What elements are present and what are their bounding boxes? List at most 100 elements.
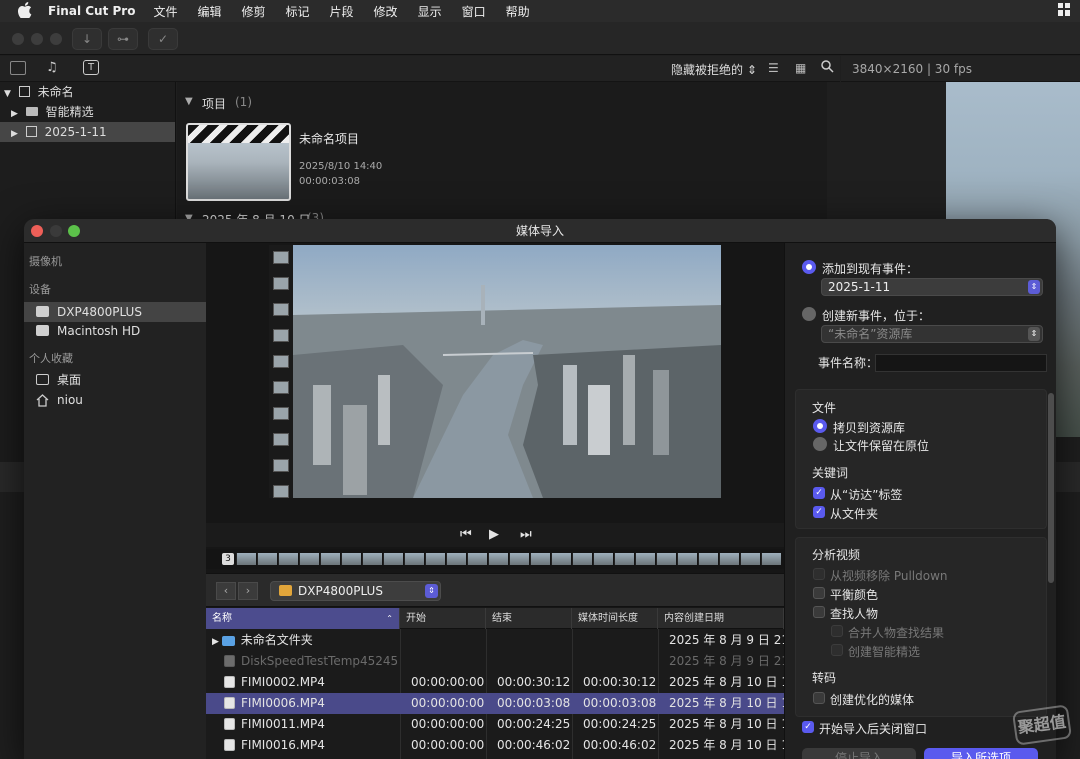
event-name-field[interactable]: [875, 354, 1047, 372]
library-item-event[interactable]: ▶ 2025-1-11: [0, 122, 175, 142]
window-zoom-button[interactable]: [50, 33, 62, 45]
thumbnail[interactable]: [273, 303, 289, 316]
menu-file[interactable]: 文件: [153, 3, 177, 20]
menu-window[interactable]: 窗口: [462, 3, 486, 20]
library-item-label: 智能精选: [45, 105, 94, 119]
photos-audio-icon[interactable]: ♫: [46, 60, 58, 75]
table-row[interactable]: FIMI0016.MP4 00:00:00:00 00:00:46:02 00:00:…: [206, 735, 784, 756]
go-to-start-button[interactable]: ⏮: [460, 527, 472, 542]
column-header-start[interactable]: 开始: [400, 608, 486, 629]
menu-clip[interactable]: 片段: [330, 3, 354, 20]
device-item-dxp4800plus[interactable]: DXP4800PLUS: [24, 302, 206, 322]
window-minimize-button[interactable]: [31, 33, 43, 45]
window-close-button[interactable]: [12, 33, 24, 45]
sort-ascending-icon: ⌃: [386, 614, 393, 623]
column-header-date[interactable]: 内容创建日期: [658, 608, 784, 629]
remove-pulldown-checkbox[interactable]: [813, 568, 825, 580]
back-button[interactable]: ‹: [216, 582, 236, 600]
thumbnail[interactable]: [273, 251, 289, 264]
favorite-item-home[interactable]: niou: [24, 390, 206, 410]
menu-view[interactable]: 显示: [418, 3, 442, 20]
device-item-macintosh-hd[interactable]: Macintosh HD: [24, 321, 206, 341]
import-selected-button[interactable]: 导入所选项: [924, 748, 1038, 759]
balance-color-checkbox[interactable]: [813, 587, 825, 599]
play-button[interactable]: ▶: [489, 527, 499, 542]
find-people-checkbox[interactable]: [813, 606, 825, 618]
stop-import-button[interactable]: 停止导入: [802, 748, 916, 759]
filmstrip[interactable]: 3: [206, 549, 784, 569]
file-name: FIMI0011.MP4: [241, 717, 325, 731]
file-name: FIMI0002.MP4: [241, 675, 325, 689]
table-row[interactable]: FIMI0006.MP4 00:00:00:00 00:00:03:08 00:00:…: [206, 693, 784, 714]
menu-extra-icon[interactable]: [1058, 3, 1070, 19]
forward-button[interactable]: ›: [238, 582, 258, 600]
menu-help[interactable]: 帮助: [506, 3, 530, 20]
list-view-icon[interactable]: ☰: [768, 61, 779, 75]
existing-event-popup[interactable]: 2025-1-11 ⇕: [821, 278, 1043, 296]
create-smart-collection-checkbox[interactable]: [831, 644, 843, 656]
table-row[interactable]: FIMI0011.MP4 00:00:00:00 00:00:24:25 00:00:…: [206, 714, 784, 735]
thumbnail[interactable]: [273, 433, 289, 446]
thumbnail[interactable]: [273, 329, 289, 342]
titles-generators-icon[interactable]: T: [83, 60, 99, 75]
close-button[interactable]: [31, 225, 43, 237]
location-popup[interactable]: DXP4800PLUS ⇕: [270, 581, 441, 601]
create-new-event-radio[interactable]: [802, 307, 816, 321]
background-tasks-button[interactable]: ✓: [148, 28, 178, 50]
table-row[interactable]: DiskSpeedTestTemp452457 2025 年 8 月 9 日 21…: [206, 651, 784, 672]
keywords-finder-tags-checkbox[interactable]: ✓: [813, 487, 825, 499]
keywords-button[interactable]: ⊶: [108, 28, 138, 50]
library-item-untitled[interactable]: ▼ 未命名: [0, 82, 175, 102]
create-optimized-checkbox[interactable]: [813, 692, 825, 704]
thumbnail[interactable]: [273, 407, 289, 420]
column-header-name[interactable]: 名称 ⌃: [206, 608, 400, 629]
table-row[interactable]: FIMI0002.MP4 00:00:00:00 00:00:30:12 00:00:…: [206, 672, 784, 693]
app-name-menu[interactable]: Final Cut Pro: [48, 4, 135, 18]
zoom-button[interactable]: [68, 225, 80, 237]
cell-start: [411, 630, 491, 651]
close-after-import-checkbox[interactable]: ✓: [802, 721, 814, 733]
filmstrip-frame: [572, 553, 592, 565]
minimize-button[interactable]: [50, 225, 62, 237]
thumbnail[interactable]: [273, 459, 289, 472]
thumbnail[interactable]: [273, 381, 289, 394]
filmstrip-frame: [362, 553, 382, 565]
new-event-library-popup[interactable]: “未命名”资源库 ⇕: [821, 325, 1043, 343]
column-header-duration[interactable]: 媒体时间长度: [572, 608, 658, 629]
viewer-format-label: 3840×2160 | 30 fps: [852, 62, 972, 76]
consolidate-people-checkbox[interactable]: [831, 625, 843, 637]
keywords-folders-checkbox[interactable]: ✓: [813, 506, 825, 518]
thumbnail[interactable]: [273, 485, 289, 498]
add-existing-event-radio[interactable]: [802, 260, 816, 274]
menu-edit[interactable]: 编辑: [197, 3, 221, 20]
filmstrip-frame: [488, 553, 508, 565]
table-row[interactable]: ▶ 未命名文件夹 2025 年 8 月 9 日 21:35: [206, 630, 784, 651]
library-item-smart-collections[interactable]: ▶ 智能精选: [0, 102, 175, 122]
chevron-updown-icon: ⇕: [1028, 327, 1040, 341]
apple-menu-icon[interactable]: [17, 1, 34, 21]
clip-appearance-icon[interactable]: ▦: [795, 61, 806, 75]
menu-trim[interactable]: 修剪: [242, 3, 266, 20]
menu-modify[interactable]: 修改: [374, 3, 398, 20]
menu-mark[interactable]: 标记: [286, 3, 310, 20]
disclosure-icon[interactable]: ▶: [212, 637, 222, 647]
thumbnail[interactable]: [273, 277, 289, 290]
go-to-end-button[interactable]: ⏭: [520, 527, 532, 542]
leave-in-place-radio[interactable]: [813, 437, 827, 451]
column-header-end[interactable]: 结束: [486, 608, 572, 629]
libraries-icon[interactable]: [10, 61, 26, 75]
cell-date: 2025 年 8 月 9 日 21:35: [669, 654, 784, 668]
cell-end: 00:00:46:02: [497, 738, 571, 752]
copy-to-library-radio[interactable]: [813, 419, 827, 433]
thumbnail[interactable]: [273, 355, 289, 368]
filter-popup[interactable]: 隐藏被拒绝的 ⇕: [671, 61, 757, 78]
filmstrip-frame: [425, 553, 445, 565]
disclosure-icon[interactable]: ▼: [185, 96, 193, 107]
options-scrollbar[interactable]: [1048, 393, 1054, 583]
project-thumbnail[interactable]: [186, 123, 291, 201]
file-icon: [224, 655, 235, 667]
search-icon[interactable]: [821, 60, 834, 76]
drive-icon: [36, 306, 49, 317]
import-media-button[interactable]: ↓: [72, 28, 102, 50]
favorite-item-desktop[interactable]: 桌面: [24, 370, 206, 390]
